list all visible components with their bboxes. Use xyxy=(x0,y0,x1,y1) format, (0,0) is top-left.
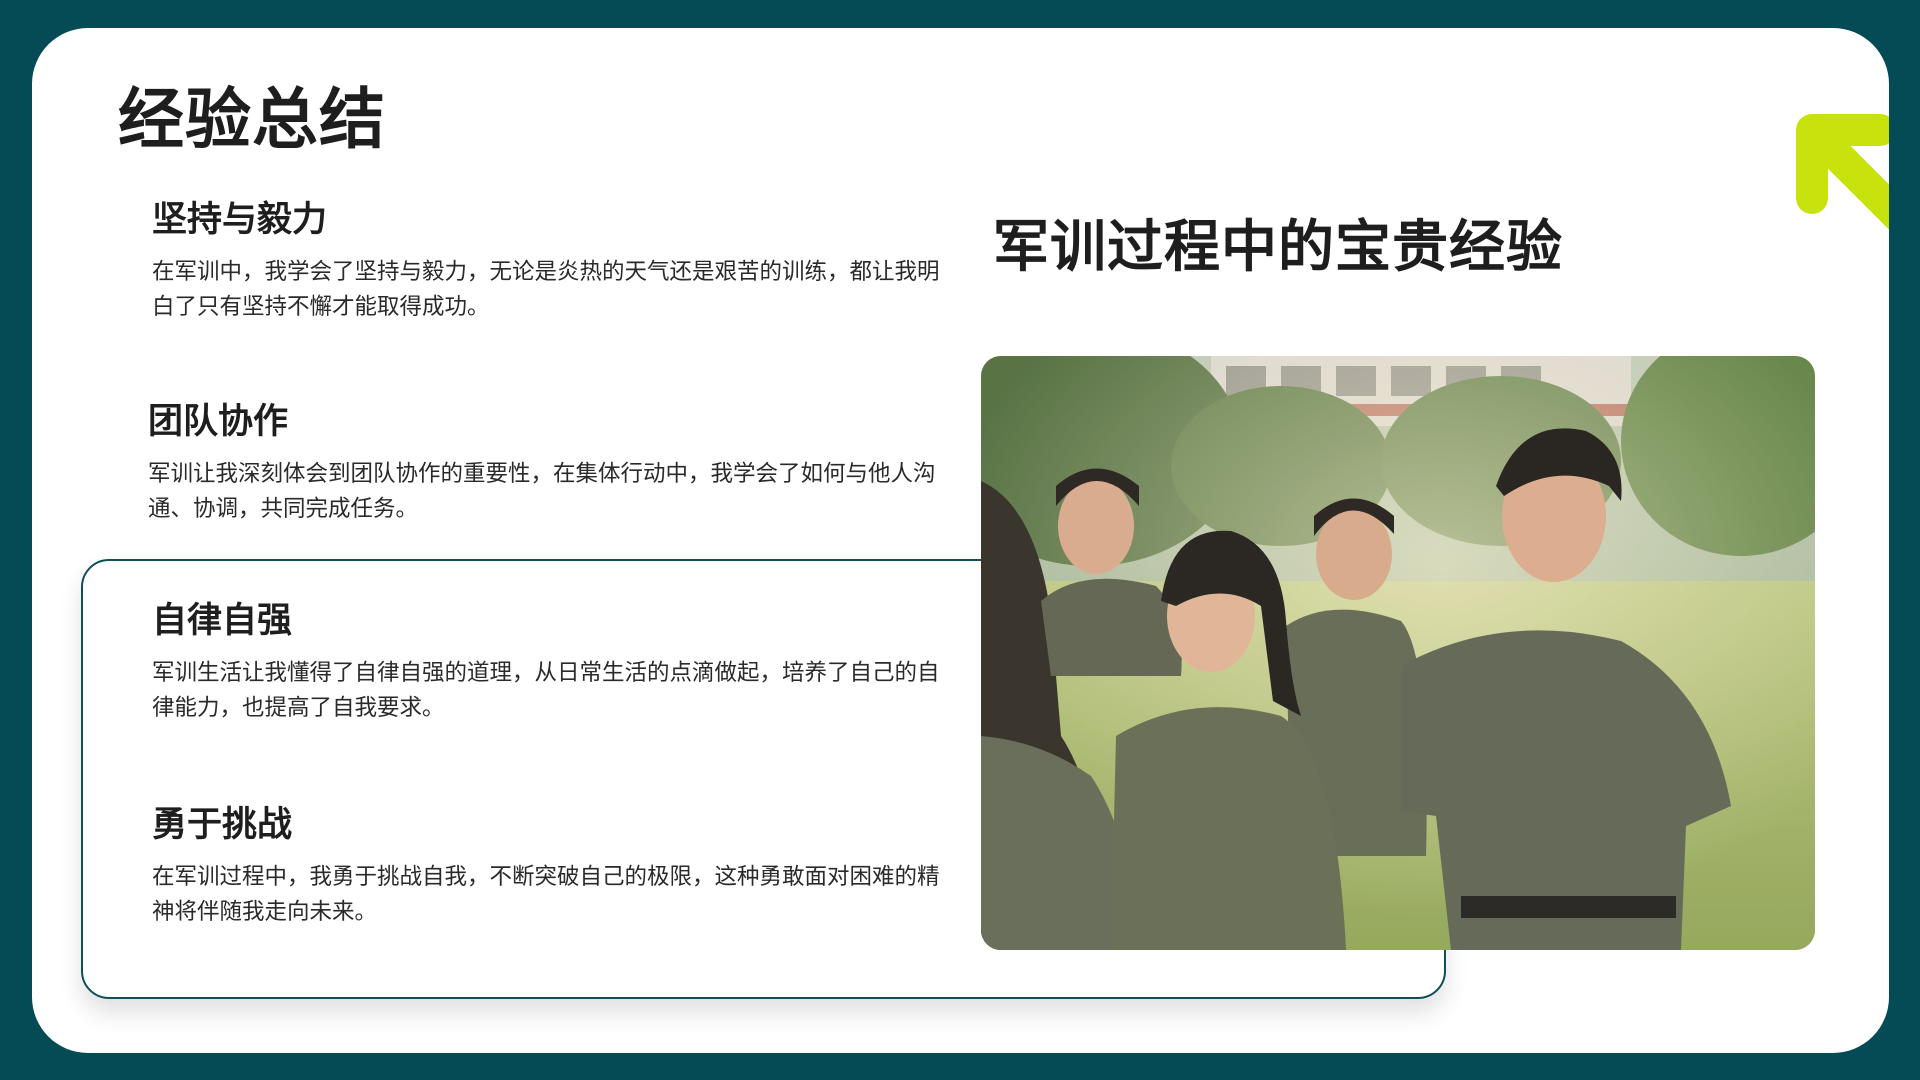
experience-item-title: 坚持与毅力 xyxy=(152,200,328,240)
experience-item-perseverance: 坚持与毅力 在军训中，我学会了坚持与毅力，无论是炎热的天气还是艰苦的训练，都让我… xyxy=(152,199,942,325)
experience-item-title: 勇于挑战 xyxy=(152,805,293,845)
experience-item-desc: 军训让我深刻体会到团队协作的重要性，在集体行动中，我学会了如何与他人沟通、协调，… xyxy=(148,461,936,522)
slide-frame: 经验总结 坚持与毅力 在军训中，我学会了坚持与毅力，无论是炎热的天气还是艰苦的训… xyxy=(0,0,1920,1080)
experience-item-desc: 在军训过程中，我勇于挑战自我，不断突破自己的极限，这种勇敢面对困难的精神将伴随我… xyxy=(152,864,940,925)
experience-item-desc: 在军训中，我学会了坚持与毅力，无论是炎热的天气还是艰苦的训练，都让我明白了只有坚… xyxy=(152,259,940,320)
arrow-up-left-icon xyxy=(1796,114,1889,230)
training-photo xyxy=(981,356,1815,950)
experience-item-challenge: 勇于挑战 在军训过程中，我勇于挑战自我，不断突破自己的极限，这种勇敢面对困难的精… xyxy=(152,804,942,930)
training-photo-illustration xyxy=(981,356,1815,950)
page-title: 经验总结 xyxy=(118,81,386,158)
experience-item-self-discipline: 自律自强 军训生活让我懂得了自律自强的道理，从日常生活的点滴做起，培养了自己的自… xyxy=(152,600,942,726)
experience-item-teamwork: 团队协作 军训让我深刻体会到团队协作的重要性，在集体行动中，我学会了如何与他人沟… xyxy=(148,401,938,527)
slide-card: 经验总结 坚持与毅力 在军训中，我学会了坚持与毅力，无论是炎热的天气还是艰苦的训… xyxy=(32,28,1889,1053)
experience-item-title: 自律自强 xyxy=(152,601,293,641)
experience-item-title: 团队协作 xyxy=(148,402,289,442)
experience-item-desc: 军训生活让我懂得了自律自强的道理，从日常生活的点滴做起，培养了自己的自律能力，也… xyxy=(152,660,940,721)
section-headline: 军训过程中的宝贵经验 xyxy=(993,215,1563,280)
